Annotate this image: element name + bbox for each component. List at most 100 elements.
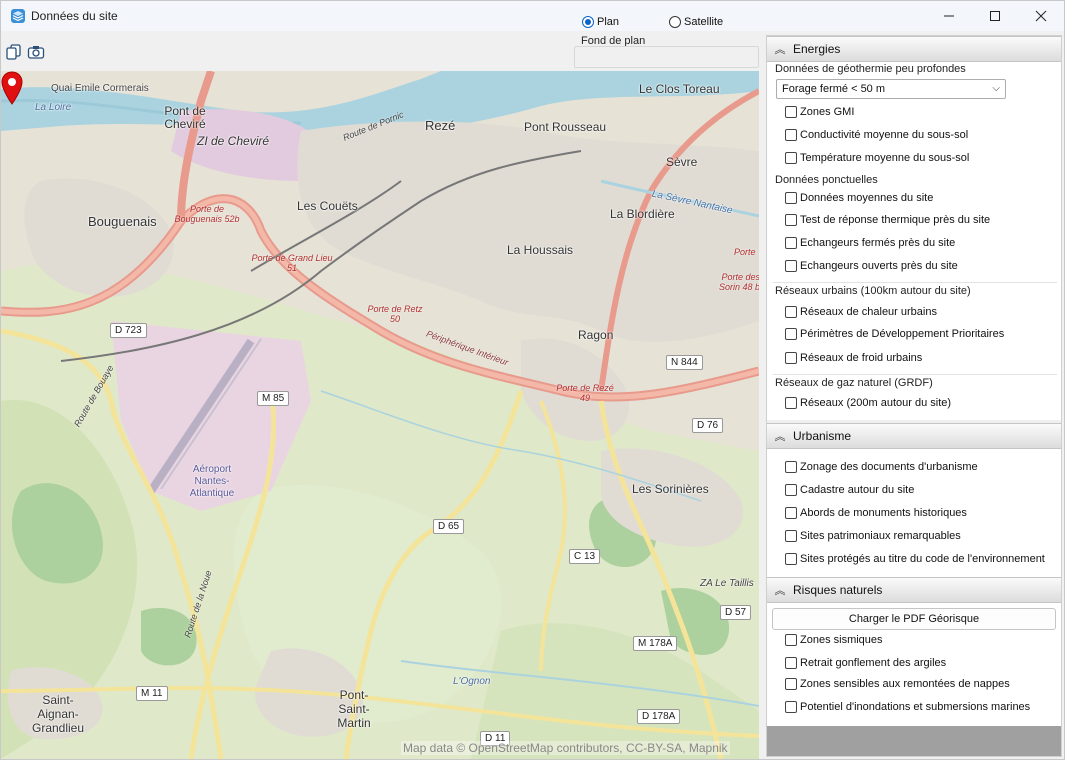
section-title: Risques naturels — [793, 583, 883, 597]
layers-panel: ︽ Energies Données de géothermie peu pro… — [766, 35, 1062, 757]
radio-satellite[interactable]: Satellite — [669, 16, 723, 28]
checkbox-box[interactable] — [785, 530, 797, 542]
checkbox-box[interactable] — [785, 214, 797, 226]
checkbox-label: Conductivité moyenne du sous-sol — [800, 129, 969, 141]
road-label: Porte de Rezé 49 — [556, 383, 614, 403]
checkbox-zones-gmi[interactable]: Zones GMI — [785, 106, 854, 118]
place-label: Pont-Saint-Martin — [337, 688, 371, 730]
camera-icon[interactable] — [27, 43, 45, 61]
place-label: Aéroport Nantes-Atlantique — [189, 464, 235, 499]
minimize-icon — [944, 15, 954, 17]
checkbox-cadastre[interactable]: Cadastre autour du site — [785, 484, 914, 496]
road-shield: D 723 — [110, 323, 147, 338]
group-title: Données de géothermie peu profondes — [775, 63, 966, 75]
road-label: Porte — [734, 247, 756, 257]
checkbox-test-reponse[interactable]: Test de réponse thermique près du site — [785, 214, 990, 226]
road-shield: M 178A — [633, 636, 678, 651]
checkbox-temperature[interactable]: Température moyenne du sous-sol — [785, 152, 969, 164]
road-label: Porte des Sorin 48 b — [718, 272, 759, 292]
checkbox-conductivite[interactable]: Conductivité moyenne du sous-sol — [785, 129, 968, 141]
layers-icon[interactable] — [5, 43, 23, 61]
checkbox-argiles[interactable]: Retrait gonflement des argiles — [785, 657, 946, 669]
checkbox-reseaux-froid[interactable]: Réseaux de froid urbains — [785, 352, 922, 364]
checkbox-reseaux-chaleur[interactable]: Réseaux de chaleur urbains — [785, 306, 937, 318]
checkbox-box[interactable] — [785, 553, 797, 565]
section-header-energies[interactable]: ︽ Energies — [767, 36, 1061, 62]
place-label: Ragon — [578, 328, 614, 342]
road-label: Porte de Grand Lieu 51 — [251, 253, 333, 273]
checkbox-reseaux-gaz[interactable]: Réseaux (200m autour du site) — [785, 397, 951, 409]
checkbox-perimetres[interactable]: Périmètres de Développement Prioritaires — [785, 328, 1004, 340]
radio-plan-indicator[interactable] — [582, 16, 594, 28]
radio-satellite-indicator[interactable] — [669, 16, 681, 28]
close-button[interactable] — [1018, 1, 1064, 31]
checkbox-box[interactable] — [785, 106, 797, 118]
combo-value: Forage fermé < 50 m — [782, 83, 886, 95]
checkbox-box[interactable] — [785, 129, 797, 141]
checkbox-box[interactable] — [785, 306, 797, 318]
map-view[interactable]: Quai Emile Cormerais La Loire Pont de Ch… — [1, 71, 759, 759]
checkbox-box[interactable] — [785, 461, 797, 473]
title-bar: Données du site — [1, 1, 1064, 31]
geothermal-combo[interactable]: Forage fermé < 50 m ⌵ — [776, 79, 1006, 99]
chevron-collapse-icon: ︽ — [774, 44, 786, 56]
checkbox-monuments[interactable]: Abords de monuments historiques — [785, 507, 967, 519]
map-pin-icon[interactable] — [1, 71, 23, 105]
place-label: Pont de Cheviré — [164, 104, 206, 131]
checkbox-label: Abords de monuments historiques — [800, 507, 967, 519]
place-label: Pont Rousseau — [524, 120, 607, 134]
checkbox-sites-proteges[interactable]: Sites protégés au titre du code de l'env… — [785, 553, 1045, 565]
chevron-collapse-icon: ︽ — [774, 431, 786, 443]
chevron-down-icon: ⌵ — [992, 83, 1000, 94]
checkbox-label: Réseaux de chaleur urbains — [800, 306, 937, 318]
road-shield: M 11 — [136, 686, 168, 701]
load-georisque-pdf-button[interactable]: Charger le PDF Géorisque — [772, 608, 1056, 630]
section-title: Energies — [793, 42, 841, 56]
checkbox-inondations[interactable]: Potentiel d'inondations et submersions m… — [785, 701, 1030, 713]
checkbox-zonage[interactable]: Zonage des documents d'urbanisme — [785, 461, 978, 473]
group-title: Réseaux urbains (100km autour du site) — [775, 285, 971, 297]
place-label: Le Clos Toreau — [639, 82, 720, 96]
checkbox-echangeurs-fermes[interactable]: Echangeurs fermés près du site — [785, 237, 955, 249]
road-shield: N 844 — [666, 355, 703, 370]
checkbox-label: Sites patrimoniaux remarquables — [800, 530, 961, 542]
checkbox-box[interactable] — [785, 701, 797, 713]
checkbox-box[interactable] — [785, 634, 797, 646]
road-label: Porte de Bouguenais 52b — [174, 204, 240, 224]
place-label: La Blordière — [610, 207, 675, 221]
maximize-button[interactable] — [972, 1, 1018, 31]
road-shield: C 13 — [569, 549, 601, 564]
checkbox-sites-patrimoniaux[interactable]: Sites patrimoniaux remarquables — [785, 530, 961, 542]
radio-plan[interactable]: Plan — [582, 16, 619, 28]
checkbox-box[interactable] — [785, 484, 797, 496]
checkbox-box[interactable] — [785, 152, 797, 164]
checkbox-label: Echangeurs fermés près du site — [800, 237, 956, 249]
checkbox-box[interactable] — [785, 397, 797, 409]
checkbox-echangeurs-ouverts[interactable]: Echangeurs ouverts près du site — [785, 260, 958, 272]
checkbox-box[interactable] — [785, 328, 797, 340]
checkbox-box[interactable] — [785, 237, 797, 249]
section-header-urbanisme[interactable]: ︽ Urbanisme — [767, 423, 1061, 449]
minimize-button[interactable] — [926, 1, 972, 31]
place-label: Sèvre — [666, 155, 698, 169]
group-title: Réseaux de gaz naturel (GRDF) — [775, 377, 933, 389]
checkbox-box[interactable] — [785, 657, 797, 669]
map-toolbar — [1, 39, 61, 65]
checkbox-box[interactable] — [785, 678, 797, 690]
section-header-risques[interactable]: ︽ Risques naturels — [767, 577, 1061, 603]
checkbox-box[interactable] — [785, 507, 797, 519]
checkbox-zones-sismiques[interactable]: Zones sismiques — [785, 634, 883, 646]
checkbox-box[interactable] — [785, 352, 797, 364]
checkbox-box[interactable] — [785, 192, 797, 204]
section-body-urbanisme: Zonage des documents d'urbanisme Cadastr… — [767, 449, 1061, 577]
divider — [773, 282, 1057, 283]
checkbox-label: Echangeurs ouverts près du site — [800, 260, 958, 272]
map-attribution[interactable]: Map data © OpenStreetMap contributors, C… — [401, 741, 730, 755]
checkbox-nappes[interactable]: Zones sensibles aux remontées de nappes — [785, 678, 1010, 690]
chevron-collapse-icon: ︽ — [774, 585, 786, 597]
checkbox-label: Zonage des documents d'urbanisme — [800, 461, 978, 473]
radio-plan-label: Plan — [597, 16, 620, 28]
checkbox-donnees-moyennes[interactable]: Données moyennes du site — [785, 192, 933, 204]
section-title: Urbanisme — [793, 429, 852, 443]
checkbox-box[interactable] — [785, 260, 797, 272]
